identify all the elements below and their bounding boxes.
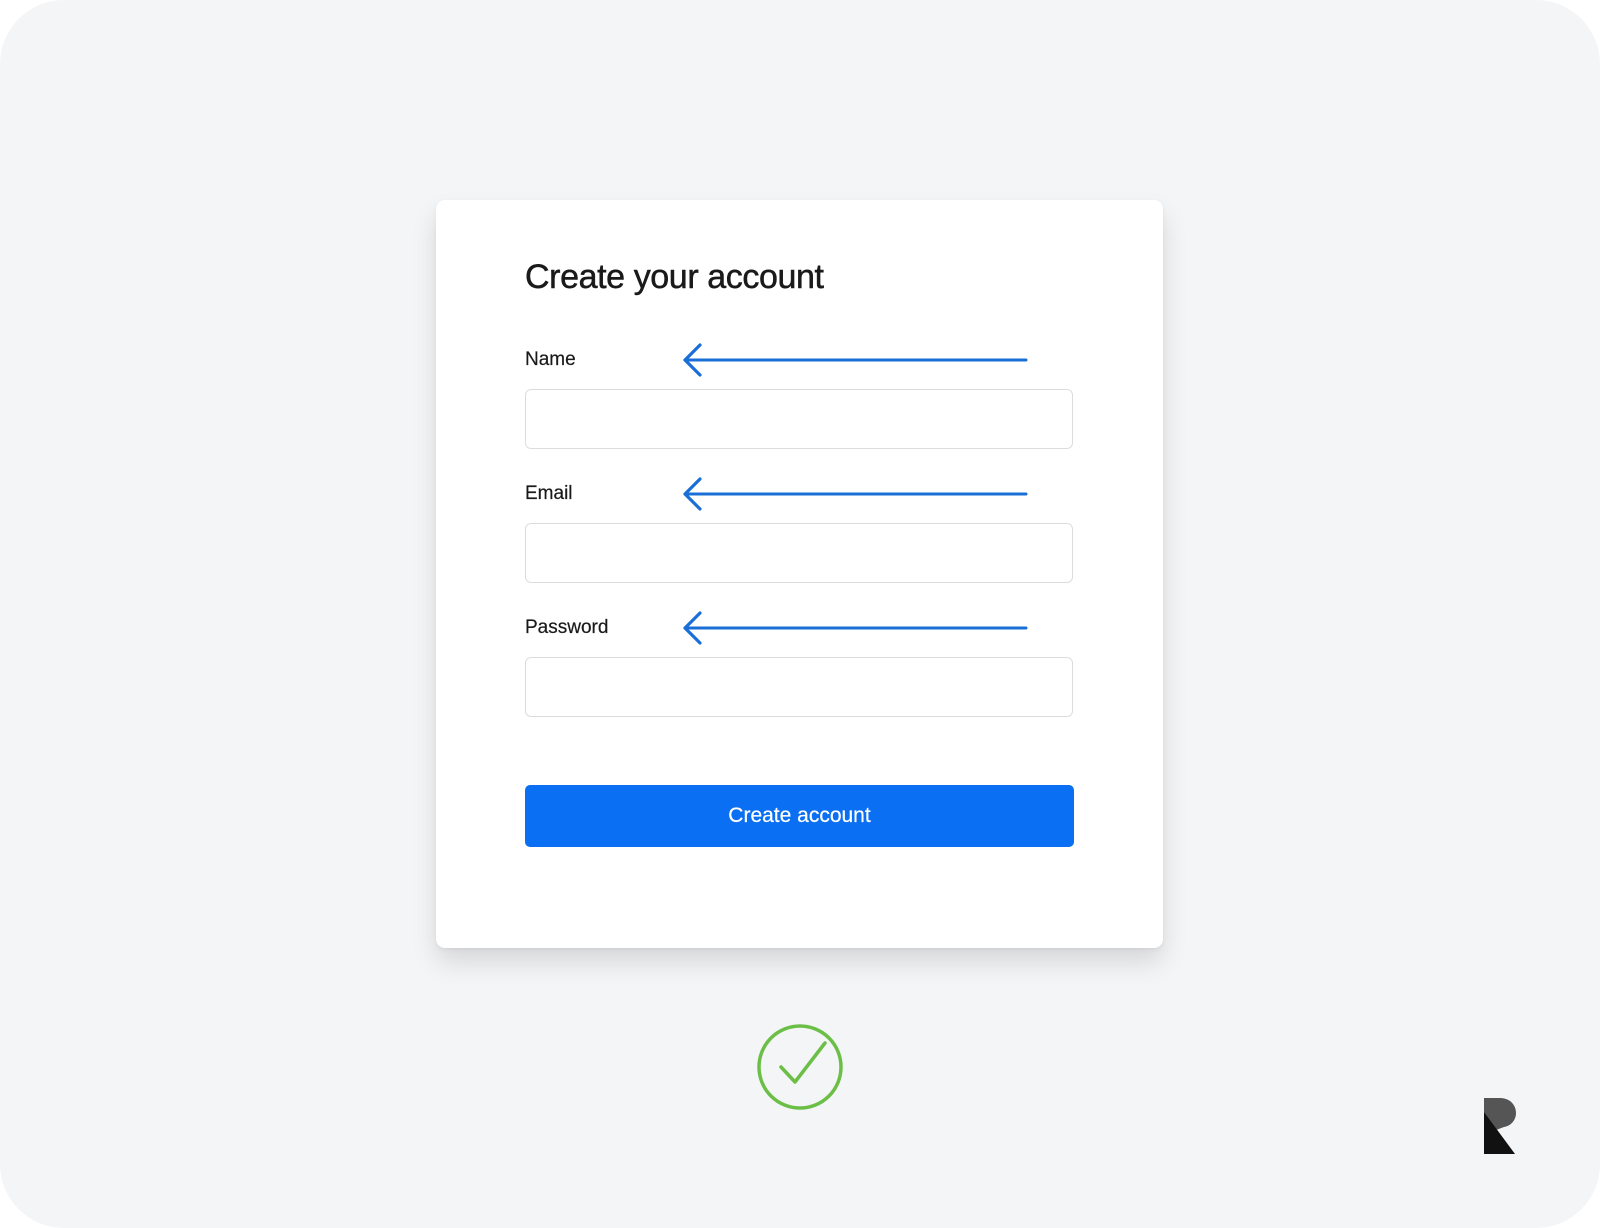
name-input[interactable] [525, 389, 1073, 449]
create-account-button[interactable]: Create account [525, 785, 1074, 847]
email-label: Email [525, 483, 573, 504]
signup-card: Create your account Name Email Password … [436, 200, 1163, 948]
arrow-left-icon [683, 343, 1028, 377]
check-circle-icon [757, 1024, 843, 1110]
arrow-left-icon [683, 477, 1028, 511]
name-label: Name [525, 349, 576, 370]
arrow-left-icon [683, 611, 1028, 645]
page-background: Create your account Name Email Password … [0, 0, 1600, 1228]
form-title: Create your account [525, 258, 824, 297]
password-field[interactable] [525, 657, 1073, 717]
logo-r-icon [1484, 1098, 1516, 1154]
password-label: Password [525, 617, 609, 638]
email-field[interactable] [525, 523, 1073, 583]
